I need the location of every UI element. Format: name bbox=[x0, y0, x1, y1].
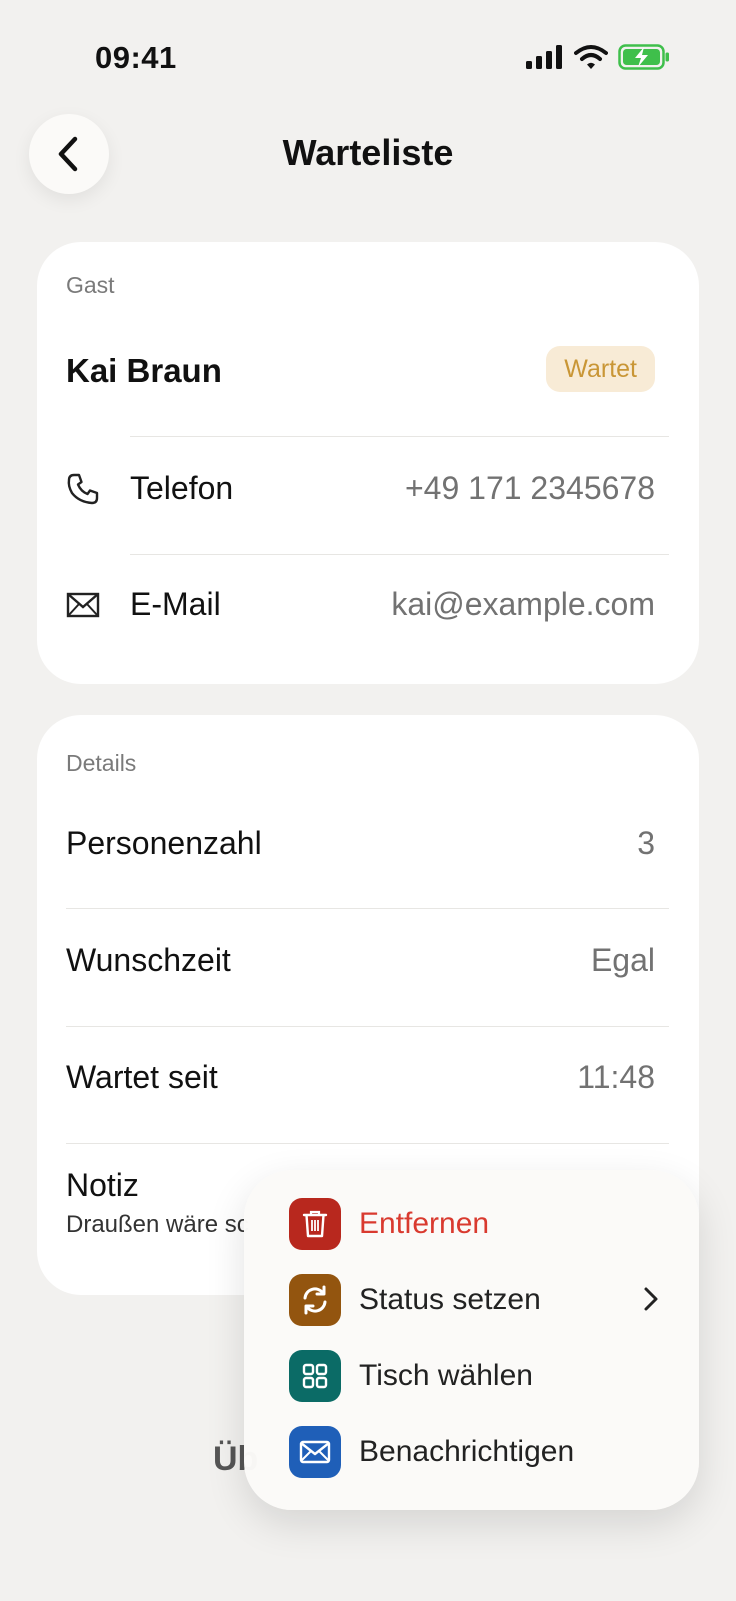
chevron-right-icon bbox=[644, 1287, 658, 1311]
divider bbox=[66, 1143, 669, 1144]
wifi-icon bbox=[574, 45, 608, 69]
envelope-icon bbox=[66, 588, 100, 622]
trash-icon bbox=[289, 1198, 341, 1250]
phone-icon bbox=[66, 472, 100, 506]
preferred-time-label: Wunschzeit bbox=[66, 942, 231, 978]
menu-item-label: Entfernen bbox=[359, 1207, 490, 1240]
divider bbox=[130, 436, 669, 437]
signal-icon bbox=[526, 45, 562, 69]
divider bbox=[66, 908, 669, 909]
guest-name: Kai Braun bbox=[66, 352, 222, 389]
cycle-icon bbox=[289, 1274, 341, 1326]
context-menu: Entfernen Status setzen Tisch wählen Ben… bbox=[244, 1170, 699, 1510]
page-title: Warteliste bbox=[282, 132, 454, 173]
waiting-since-label: Wartet seit bbox=[66, 1059, 218, 1095]
status-time: 09:41 bbox=[95, 40, 177, 75]
menu-item-label: Tisch wählen bbox=[359, 1359, 533, 1392]
menu-item-label: Status setzen bbox=[359, 1283, 541, 1316]
email-value: kai@example.com bbox=[391, 586, 655, 622]
party-size-label: Personenzahl bbox=[66, 825, 262, 861]
guest-card: Gast Kai Braun Wartet Telefon +49 171 23… bbox=[37, 242, 699, 684]
menu-item-choose-table[interactable]: Tisch wählen bbox=[289, 1348, 659, 1404]
guest-section-label: Gast bbox=[66, 272, 115, 298]
email-label: E-Mail bbox=[130, 586, 221, 622]
status-icons bbox=[526, 44, 670, 70]
divider bbox=[130, 554, 669, 555]
party-size-value: 3 bbox=[637, 825, 655, 861]
menu-item-remove[interactable]: Entfernen bbox=[289, 1196, 659, 1252]
note-text: Draußen wäre sc bbox=[66, 1211, 249, 1238]
grid-icon bbox=[289, 1350, 341, 1402]
menu-item-label: Benachrichtigen bbox=[359, 1435, 575, 1468]
battery-charging-icon bbox=[618, 44, 669, 70]
note-label: Notiz bbox=[66, 1167, 139, 1203]
phone-value: +49 171 2345678 bbox=[404, 470, 655, 506]
envelope-icon bbox=[289, 1426, 341, 1478]
divider bbox=[66, 1026, 669, 1027]
status-badge: Wartet bbox=[546, 346, 655, 392]
preferred-time-value: Egal bbox=[590, 942, 655, 978]
menu-item-notify[interactable]: Benachrichtigen bbox=[289, 1424, 659, 1480]
waiting-since-value: 11:48 bbox=[577, 1059, 655, 1095]
phone-label: Telefon bbox=[130, 470, 234, 506]
details-section-label: Details bbox=[66, 750, 137, 776]
menu-item-set-status[interactable]: Status setzen bbox=[289, 1272, 659, 1328]
